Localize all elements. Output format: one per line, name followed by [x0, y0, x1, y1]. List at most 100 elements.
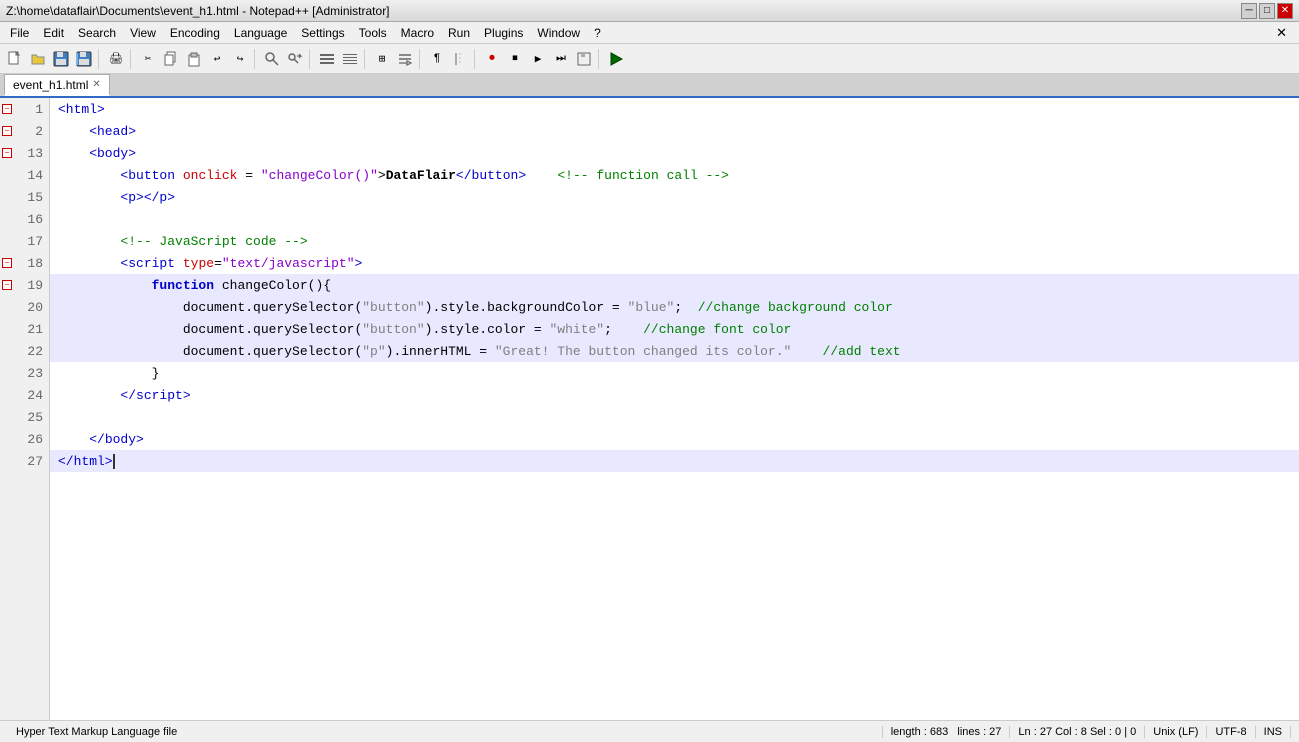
- tb-sep5: [364, 49, 368, 69]
- tb-syncscroll[interactable]: ⊞: [371, 48, 393, 70]
- tb-indent[interactable]: [449, 48, 471, 70]
- code-content: <head>: [58, 124, 136, 139]
- close-x-button[interactable]: ✕: [1268, 25, 1295, 41]
- code-line-16: [50, 208, 1299, 230]
- fold-2[interactable]: −: [2, 126, 12, 136]
- fold-18[interactable]: −: [2, 258, 12, 268]
- tab-bar: event_h1.html ✕: [0, 74, 1299, 98]
- maximize-button[interactable]: □: [1259, 3, 1275, 19]
- code-line-2: <head>: [50, 120, 1299, 142]
- tb-sep7: [474, 49, 478, 69]
- menu-plugins[interactable]: Plugins: [478, 24, 529, 42]
- code-content: <html>: [58, 102, 105, 117]
- tb-sep4: [309, 49, 313, 69]
- code-line-25: [50, 406, 1299, 428]
- line-num-16: 16: [0, 208, 49, 230]
- code-line-14: <button onclick = "changeColor()">DataFl…: [50, 164, 1299, 186]
- line-numbers: − 1 − 2 − 13 14 15 16 17 − 18 − 19 20 21…: [0, 98, 50, 720]
- tb-wordwrap[interactable]: [394, 48, 416, 70]
- tb-save-macro[interactable]: [573, 48, 595, 70]
- tb-paste[interactable]: [183, 48, 205, 70]
- tb-stop-record[interactable]: ⏹: [504, 48, 526, 70]
- code-line-19: function changeColor(){: [50, 274, 1299, 296]
- code-line-24: </script>: [50, 384, 1299, 406]
- code-line-15: <p></p>: [50, 186, 1299, 208]
- tb-record-macro[interactable]: ⏺: [481, 48, 503, 70]
- line-num-2: − 2: [0, 120, 49, 142]
- tab-close-button[interactable]: ✕: [92, 79, 100, 90]
- line-num-14: 14: [0, 164, 49, 186]
- tb-sep1: [98, 49, 102, 69]
- tb-undo[interactable]: ↩: [206, 48, 228, 70]
- status-line-ending: Unix (LF): [1145, 726, 1207, 738]
- tb-sep8: [598, 49, 602, 69]
- tb-replace[interactable]: [284, 48, 306, 70]
- close-button[interactable]: ✕: [1277, 3, 1293, 19]
- status-length: length : 683 lines : 27: [883, 726, 1011, 738]
- tb-print[interactable]: 🖨: [105, 48, 127, 70]
- line-num-18: − 18: [0, 252, 49, 274]
- menu-view[interactable]: View: [124, 24, 162, 42]
- line-num-24: 24: [0, 384, 49, 406]
- menu-search[interactable]: Search: [72, 24, 122, 42]
- tb-copy[interactable]: [160, 48, 182, 70]
- tb-zoomout[interactable]: [339, 48, 361, 70]
- tb-open[interactable]: [27, 48, 49, 70]
- tb-cut[interactable]: ✂: [137, 48, 159, 70]
- line-num-21: 21: [0, 318, 49, 340]
- menu-help[interactable]: ?: [588, 24, 607, 42]
- fold-13[interactable]: −: [2, 148, 12, 158]
- code-line-27: </html>: [50, 450, 1299, 472]
- tb-save[interactable]: [50, 48, 72, 70]
- line-num-23: 23: [0, 362, 49, 384]
- line-num-20: 20: [0, 296, 49, 318]
- title-text: Z:\home\dataflair\Documents\event_h1.htm…: [6, 4, 390, 18]
- tb-run-macro[interactable]: ⏭: [550, 48, 572, 70]
- menu-edit[interactable]: Edit: [37, 24, 70, 42]
- code-line-21: document.querySelector("button").style.c…: [50, 318, 1299, 340]
- code-area[interactable]: <html> <head> <body> <button onclick = "…: [50, 98, 1299, 720]
- status-bar: Hyper Text Markup Language file length :…: [0, 720, 1299, 742]
- line-num-13: − 13: [0, 142, 49, 164]
- code-line-23: }: [50, 362, 1299, 384]
- fold-19[interactable]: −: [2, 280, 12, 290]
- tb-allchars[interactable]: ¶: [426, 48, 448, 70]
- menu-settings[interactable]: Settings: [295, 24, 350, 42]
- status-encoding: UTF-8: [1207, 726, 1255, 738]
- code-content: <body>: [58, 146, 136, 161]
- menu-macro[interactable]: Macro: [395, 24, 440, 42]
- line-num-1: − 1: [0, 98, 49, 120]
- menu-tools[interactable]: Tools: [353, 24, 393, 42]
- toolbar: 🖨 ✂ ↩ ↪ ⊞ ¶ ⏺ ⏹ ▶ ⏭: [0, 44, 1299, 74]
- code-line-20: document.querySelector("button").style.b…: [50, 296, 1299, 318]
- tab-label: event_h1.html: [13, 78, 88, 92]
- title-bar: Z:\home\dataflair\Documents\event_h1.htm…: [0, 0, 1299, 22]
- tb-find[interactable]: [261, 48, 283, 70]
- code-line-13: <body>: [50, 142, 1299, 164]
- minimize-button[interactable]: ─: [1241, 3, 1257, 19]
- tb-sep6: [419, 49, 423, 69]
- fold-1[interactable]: −: [2, 104, 12, 114]
- tb-new[interactable]: [4, 48, 26, 70]
- tab-event-h1[interactable]: event_h1.html ✕: [4, 74, 110, 96]
- line-num-17: 17: [0, 230, 49, 252]
- menu-encoding[interactable]: Encoding: [164, 24, 226, 42]
- tb-sep3: [254, 49, 258, 69]
- status-ins: INS: [1256, 726, 1291, 738]
- tb-launch[interactable]: [605, 48, 627, 70]
- code-line-18: <script type="text/javascript">: [50, 252, 1299, 274]
- tb-redo[interactable]: ↪: [229, 48, 251, 70]
- line-num-25: 25: [0, 406, 49, 428]
- menu-file[interactable]: File: [4, 24, 35, 42]
- menu-language[interactable]: Language: [228, 24, 293, 42]
- menu-window[interactable]: Window: [531, 24, 586, 42]
- tb-saveall[interactable]: [73, 48, 95, 70]
- code-line-26: </body>: [50, 428, 1299, 450]
- line-num-19: − 19: [0, 274, 49, 296]
- tb-playback[interactable]: ▶: [527, 48, 549, 70]
- menu-run[interactable]: Run: [442, 24, 476, 42]
- tb-zoomin[interactable]: [316, 48, 338, 70]
- window-controls: ─ □ ✕: [1241, 3, 1293, 19]
- status-filetype: Hyper Text Markup Language file: [8, 726, 883, 738]
- line-num-15: 15: [0, 186, 49, 208]
